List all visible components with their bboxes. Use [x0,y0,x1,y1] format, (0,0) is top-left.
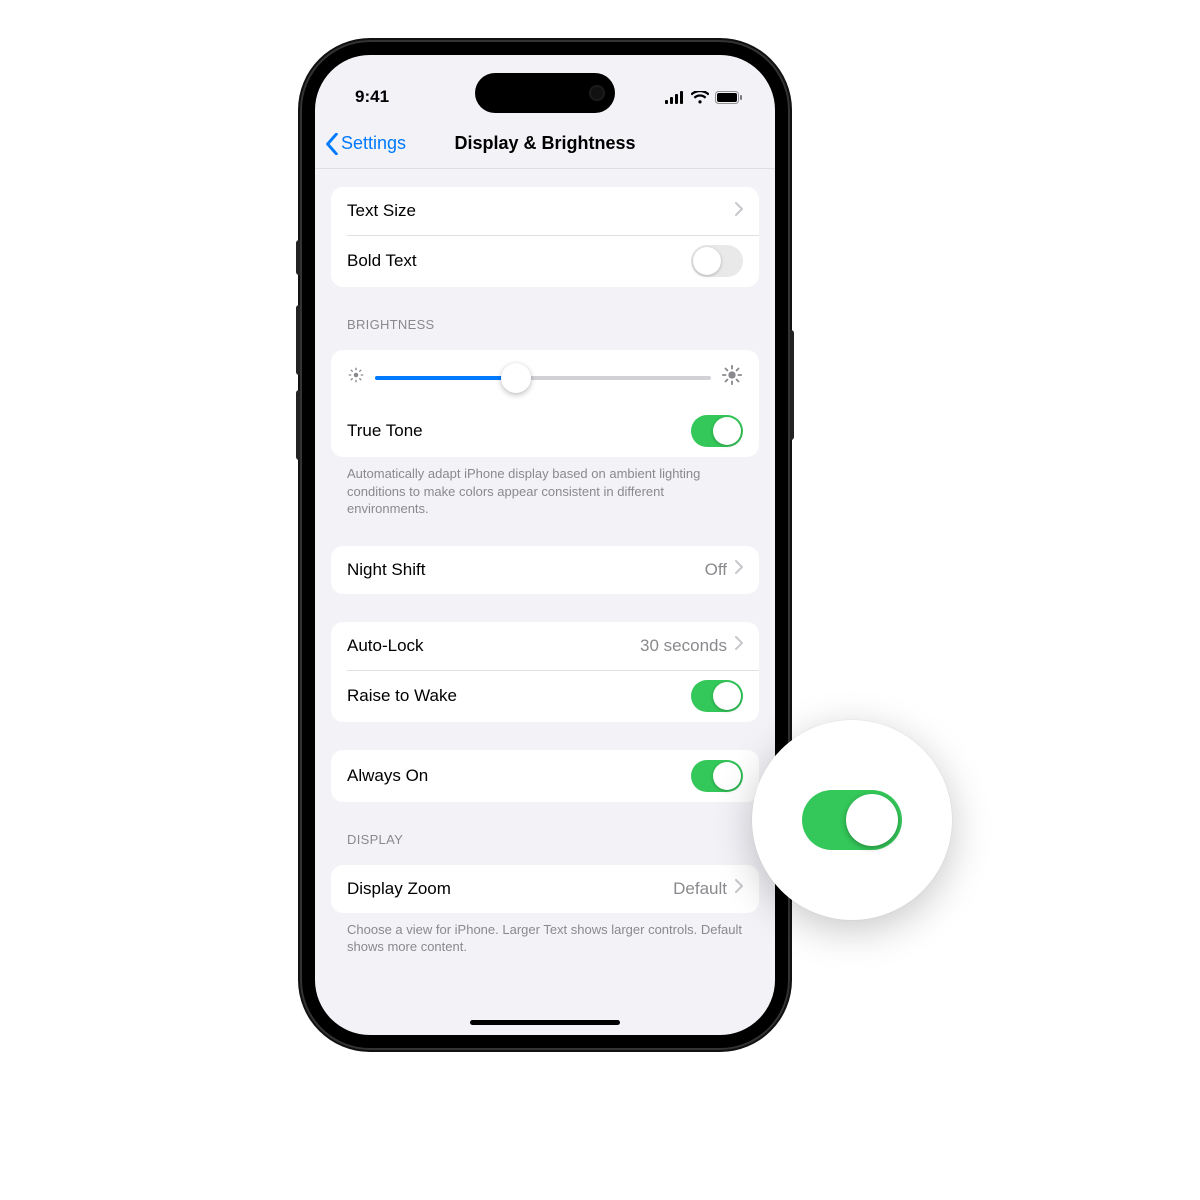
bold-text-label: Bold Text [347,251,417,271]
true-tone-footer: Automatically adapt iPhone display based… [347,465,743,518]
camera-icon [589,85,605,101]
display-zoom-footer: Choose a view for iPhone. Larger Text sh… [347,921,743,956]
display-zoom-row[interactable]: Display Zoom Default [331,865,759,913]
true-tone-label: True Tone [347,421,423,441]
auto-lock-row[interactable]: Auto-Lock 30 seconds [331,622,759,670]
chevron-left-icon [325,133,339,155]
dynamic-island [475,73,615,113]
chevron-right-icon [735,636,743,655]
text-group: Text Size Bold Text [331,187,759,287]
slider-fill [375,376,516,380]
chevron-right-icon [735,202,743,221]
settings-content: Text Size Bold Text BRIGHTNESS [315,187,775,976]
display-zoom-value: Default [673,879,727,899]
brightness-slider[interactable] [375,376,711,380]
night-shift-row[interactable]: Night Shift Off [331,546,759,594]
home-indicator[interactable] [470,1020,620,1025]
magnifier-callout [752,720,952,920]
night-shift-value: Off [705,560,727,580]
true-tone-row: True Tone [331,405,759,457]
side-button [296,240,300,275]
brightness-header: BRIGHTNESS [347,317,743,332]
night-shift-label: Night Shift [347,560,425,580]
brightness-slider-row [331,350,759,405]
always-on-group: Always On [331,750,759,802]
chevron-right-icon [735,560,743,579]
display-header: DISPLAY [347,832,743,847]
raise-to-wake-row: Raise to Wake [331,670,759,722]
bold-text-toggle[interactable] [691,245,743,277]
always-on-row: Always On [331,750,759,802]
back-button[interactable]: Settings [325,133,406,155]
display-zoom-label: Display Zoom [347,879,451,899]
side-button [296,305,300,375]
display-zoom-group: Display Zoom Default [331,865,759,913]
wifi-icon [691,91,709,104]
back-label: Settings [341,133,406,154]
chevron-right-icon [735,879,743,898]
auto-lock-value: 30 seconds [640,636,727,656]
text-size-label: Text Size [347,201,416,221]
raise-to-wake-label: Raise to Wake [347,686,457,706]
always-on-toggle[interactable] [691,760,743,792]
iphone-frame: 9:41 Settings Display & Brightness [300,40,790,1050]
side-button [790,330,794,440]
side-button [296,390,300,460]
always-on-toggle-magnified[interactable] [802,790,902,850]
raise-to-wake-toggle[interactable] [691,680,743,712]
sun-high-icon [721,364,743,391]
battery-icon [715,91,743,104]
slider-thumb[interactable] [501,363,531,393]
brightness-group: True Tone [331,350,759,457]
night-shift-group: Night Shift Off [331,546,759,594]
page-title: Display & Brightness [454,133,635,154]
lock-group: Auto-Lock 30 seconds Raise to Wake [331,622,759,722]
nav-bar: Settings Display & Brightness [315,119,775,169]
cellular-icon [665,91,685,104]
text-size-row[interactable]: Text Size [331,187,759,235]
auto-lock-label: Auto-Lock [347,636,424,656]
status-time: 9:41 [355,87,389,107]
sun-low-icon [347,366,365,389]
always-on-label: Always On [347,766,428,786]
screen: 9:41 Settings Display & Brightness [315,55,775,1035]
bold-text-row: Bold Text [331,235,759,287]
true-tone-toggle[interactable] [691,415,743,447]
